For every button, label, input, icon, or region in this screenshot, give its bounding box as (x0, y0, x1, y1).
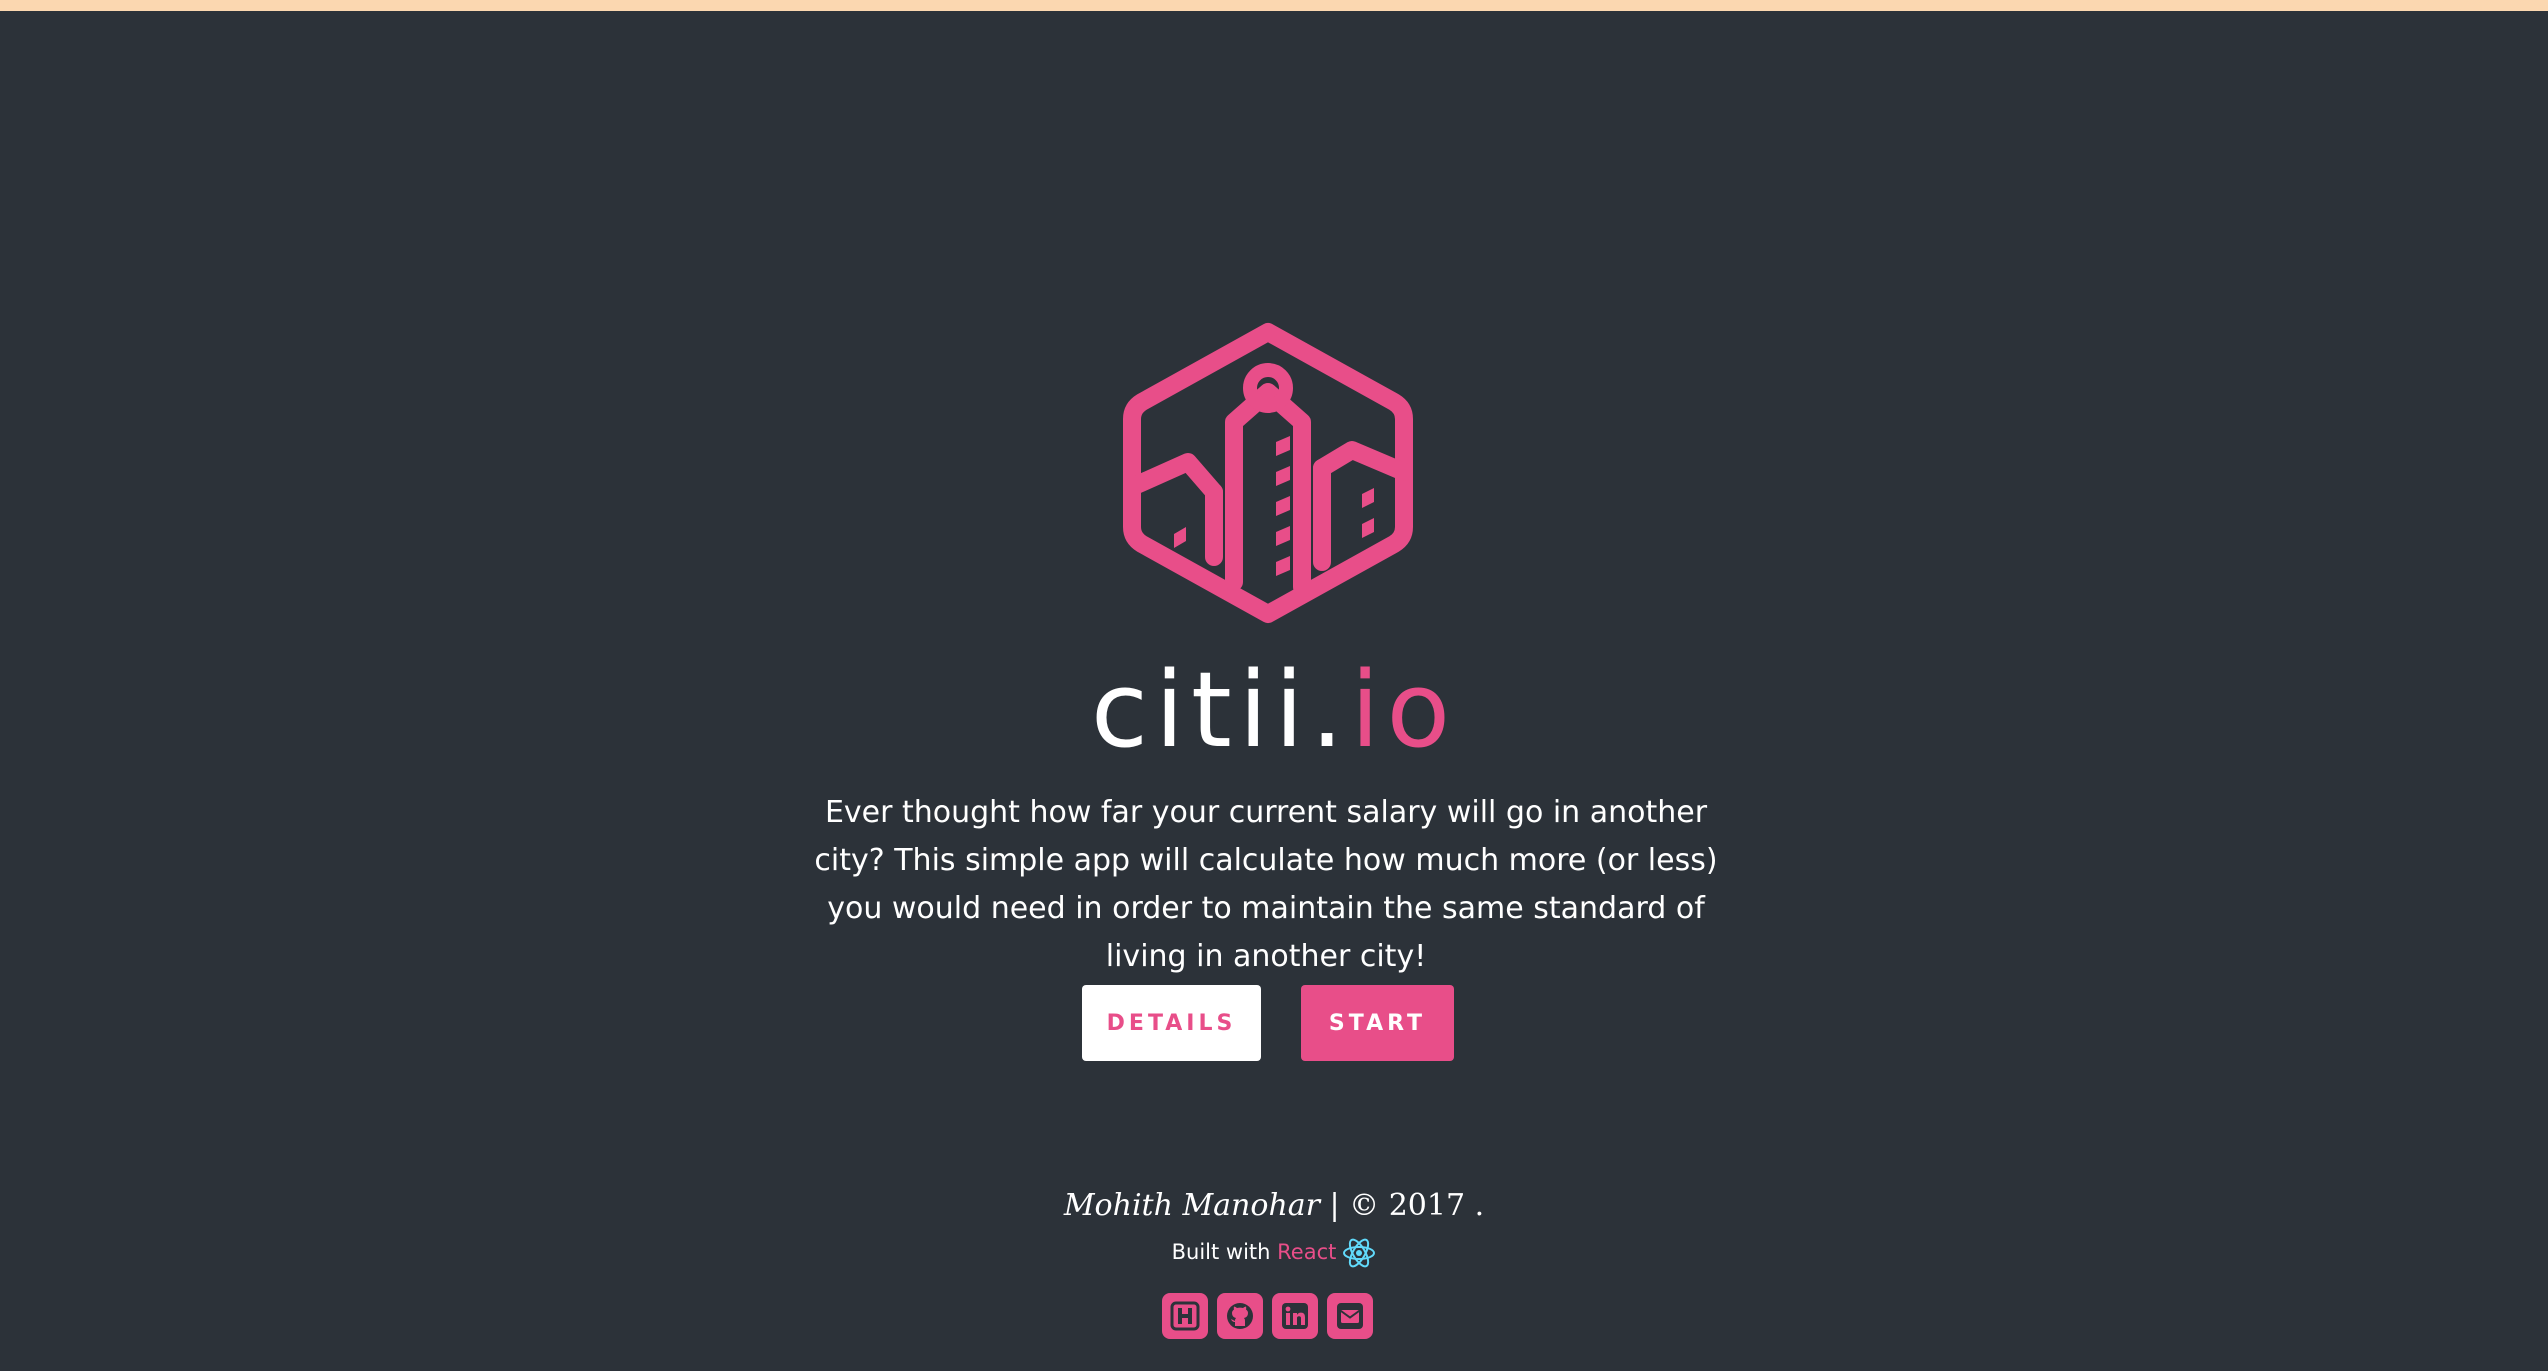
built-with-line: Built with React (0, 1234, 2548, 1270)
top-strip (0, 0, 2548, 11)
credits: Mohith Manohar | © 2017 . (0, 1184, 2548, 1228)
brand-title: citii.io (0, 642, 2548, 778)
author-signature: Mohith Manohar (1063, 1188, 1320, 1223)
tagline: Ever thought how far your current salary… (814, 795, 1718, 974)
brand-name-accent: io (1350, 649, 1458, 771)
copyright-text: | © 2017 . (1320, 1188, 1485, 1223)
hashnode-icon[interactable] (1162, 1293, 1208, 1339)
social-links (1162, 1293, 1373, 1339)
brand-name-main: citii. (1090, 649, 1351, 771)
city-logo-icon (1123, 323, 1413, 623)
details-button[interactable]: DETAILS (1082, 985, 1261, 1061)
built-with-text: Built with (1171, 1240, 1278, 1264)
email-icon[interactable] (1327, 1293, 1373, 1339)
react-icon (1343, 1238, 1376, 1268)
github-icon[interactable] (1217, 1293, 1263, 1339)
linkedin-icon[interactable] (1272, 1293, 1318, 1339)
start-button[interactable]: START (1301, 985, 1454, 1061)
react-link[interactable]: React (1277, 1240, 1336, 1264)
landing-page: citii.io Ever thought how far your curre… (0, 0, 2548, 1371)
